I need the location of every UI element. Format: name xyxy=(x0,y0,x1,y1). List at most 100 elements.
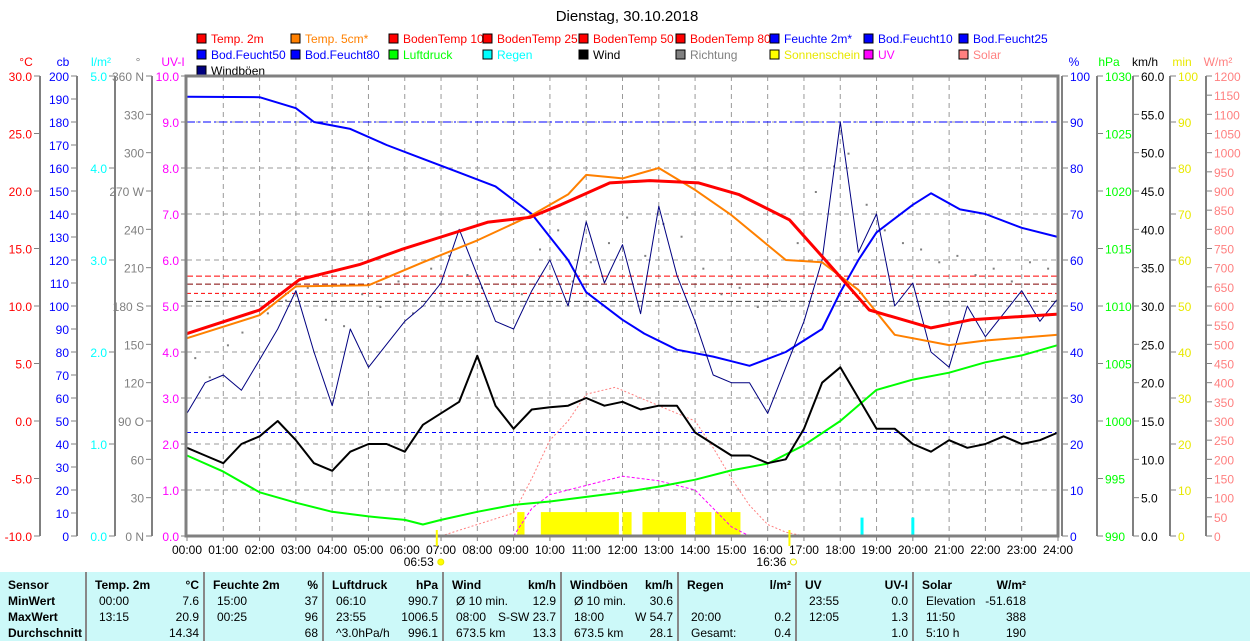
axis-tick-label-hum: 90 xyxy=(1070,116,1084,130)
cell-value: 388 xyxy=(1005,610,1026,624)
direction-point xyxy=(920,248,923,251)
row-label: Sensor xyxy=(8,578,49,592)
axis-tick-label-cb: 70 xyxy=(56,369,70,383)
legend-swatch xyxy=(482,33,493,44)
axis-tick-label-cb: 100 xyxy=(49,300,69,314)
direction-point xyxy=(680,235,683,238)
cell-value: 990.7 xyxy=(407,594,438,608)
axis-unit-sun: min xyxy=(1172,55,1191,69)
cell-left: ^3.0hPa/h xyxy=(336,626,390,640)
axis-unit-rain: l/m² xyxy=(91,55,111,69)
cell-value: 12.9 xyxy=(532,594,556,608)
rain-bar xyxy=(860,517,864,536)
axis-tick-label-temp: -5.0 xyxy=(11,473,32,487)
row-label: Durchschnitt xyxy=(8,626,83,640)
direction-point xyxy=(379,306,382,308)
column-header: Windböen xyxy=(570,578,628,592)
column-header: Feuchte 2m xyxy=(213,578,280,592)
statistics-table: Sensor MinWert MaxWert Durchschnitt Temp. 2m… xyxy=(0,572,1250,641)
axis-tick-label-uv: 2.0 xyxy=(162,438,179,452)
axis-tick-label-hum: 50 xyxy=(1070,300,1084,314)
axis-tick-label-temp: 0.0 xyxy=(15,415,32,429)
axis-tick-label-uv: 9.0 xyxy=(162,116,179,130)
axis-tick-label-wind: 35.0 xyxy=(1141,262,1165,276)
column-unit: hPa xyxy=(415,578,438,592)
axis-tick-label-dir: 210 xyxy=(124,262,144,276)
direction-point xyxy=(644,254,647,257)
cell-left: 12:05 xyxy=(809,610,840,624)
axis-tick-label-uv: 1.0 xyxy=(162,484,179,498)
axis-tick-label-solar: 350 xyxy=(1214,396,1234,410)
table-column: Luftdruck hPa 06:10 990.7 23:55 1006.5 ^3.0hPa… xyxy=(322,572,444,641)
axis-tick-label-solar: 650 xyxy=(1214,281,1234,295)
axis-tick-label-cb: 180 xyxy=(49,116,69,130)
direction-point xyxy=(589,261,592,264)
axis-tick-label-solar: 800 xyxy=(1214,223,1234,237)
axis-tick-label-solar: 400 xyxy=(1214,377,1234,391)
legend-label: Bod.Feucht10 xyxy=(878,32,953,46)
column-unit: % xyxy=(307,578,318,592)
legend-swatch xyxy=(578,49,589,60)
axis-tick-label-uv: 4.0 xyxy=(162,346,179,360)
legend-swatch xyxy=(196,49,207,60)
axis-tick-label-cb: 140 xyxy=(49,208,69,222)
legend-label: Wind xyxy=(593,48,620,62)
legend-label: Temp. 5cm* xyxy=(305,32,369,46)
axis-tick-label-cb: 110 xyxy=(50,277,69,291)
legend-swatch xyxy=(388,49,399,60)
axis-tick-label-cb: 30 xyxy=(56,461,70,475)
legend-swatch xyxy=(958,33,969,44)
axis-tick-label-dir: 270 W xyxy=(109,185,144,199)
cell-value: 37 xyxy=(304,594,318,608)
x-tick-label: 05:00 xyxy=(353,543,383,557)
direction-point xyxy=(557,229,560,232)
legend-label: BodenTemp 50 xyxy=(593,32,674,46)
table-column: Feuchte 2m% 15:00 37 00:25 96 68 xyxy=(203,572,324,641)
axis-tick-label-press: 1030 xyxy=(1105,70,1132,84)
x-tick-label: 15:00 xyxy=(716,543,746,557)
table-column: Temp. 2m °C 00:00 7.6 13:15 20.9 14.34 xyxy=(85,572,205,641)
axis-tick-label-hum: 30 xyxy=(1070,392,1084,406)
x-tick-label: 19:00 xyxy=(862,543,892,557)
direction-point xyxy=(956,254,959,257)
x-tick-label: 03:00 xyxy=(281,543,311,557)
legend-label: Bod.Feucht80 xyxy=(305,48,380,62)
axis-tick-label-hum: 100 xyxy=(1070,70,1090,84)
legend-swatch xyxy=(863,33,874,44)
cell-left: Gesamt: xyxy=(691,626,737,640)
direction-point xyxy=(1047,267,1050,270)
x-tick-label: 12:00 xyxy=(607,543,637,557)
x-tick-label: 09:00 xyxy=(499,543,529,557)
table-column: Regen l/m² 20:00 0.2 Gesamt: 0.4 xyxy=(677,572,797,641)
axis-tick-label-solar: 50 xyxy=(1214,511,1228,525)
axis-tick-label-hum: 70 xyxy=(1070,208,1084,222)
legend-label: Regen xyxy=(497,48,532,62)
axis-tick-label-solar: 750 xyxy=(1214,243,1234,257)
moon-icon xyxy=(789,558,797,566)
axis-tick-label-sun: 50 xyxy=(1178,300,1192,314)
direction-point xyxy=(1010,280,1013,283)
sunshine-bar xyxy=(695,512,712,536)
axis-tick-label-hum: 80 xyxy=(1070,162,1084,176)
axis-tick-label-wind: 55.0 xyxy=(1141,108,1165,122)
legend-swatch xyxy=(675,33,686,44)
axis-tick-label-solar: 450 xyxy=(1214,358,1234,372)
cell-left: 5:10 h xyxy=(926,626,960,640)
sunshine-bar xyxy=(715,512,741,536)
axis-tick-label-cb: 130 xyxy=(49,231,69,245)
axis-tick-label-dir: 300 xyxy=(124,147,144,161)
legend-label: Feuchte 2m* xyxy=(784,32,852,46)
axis-tick-label-uv: 7.0 xyxy=(162,208,179,222)
legend-label: Solar xyxy=(973,48,1001,62)
axis-tick-label-sun: 90 xyxy=(1178,116,1192,130)
x-tick-label: 14:00 xyxy=(680,543,710,557)
column-header: Regen xyxy=(687,578,724,592)
cell-value: 30.6 xyxy=(649,594,673,608)
axis-tick-label-dir: 30 xyxy=(131,492,145,506)
x-tick-label: 13:00 xyxy=(644,543,674,557)
direction-point xyxy=(796,242,799,245)
axis-unit-temp: °C xyxy=(19,55,33,69)
axis-tick-label-hum: 20 xyxy=(1070,438,1084,452)
axis-tick-label-dir: 120 xyxy=(124,377,144,391)
direction-point xyxy=(756,306,759,308)
